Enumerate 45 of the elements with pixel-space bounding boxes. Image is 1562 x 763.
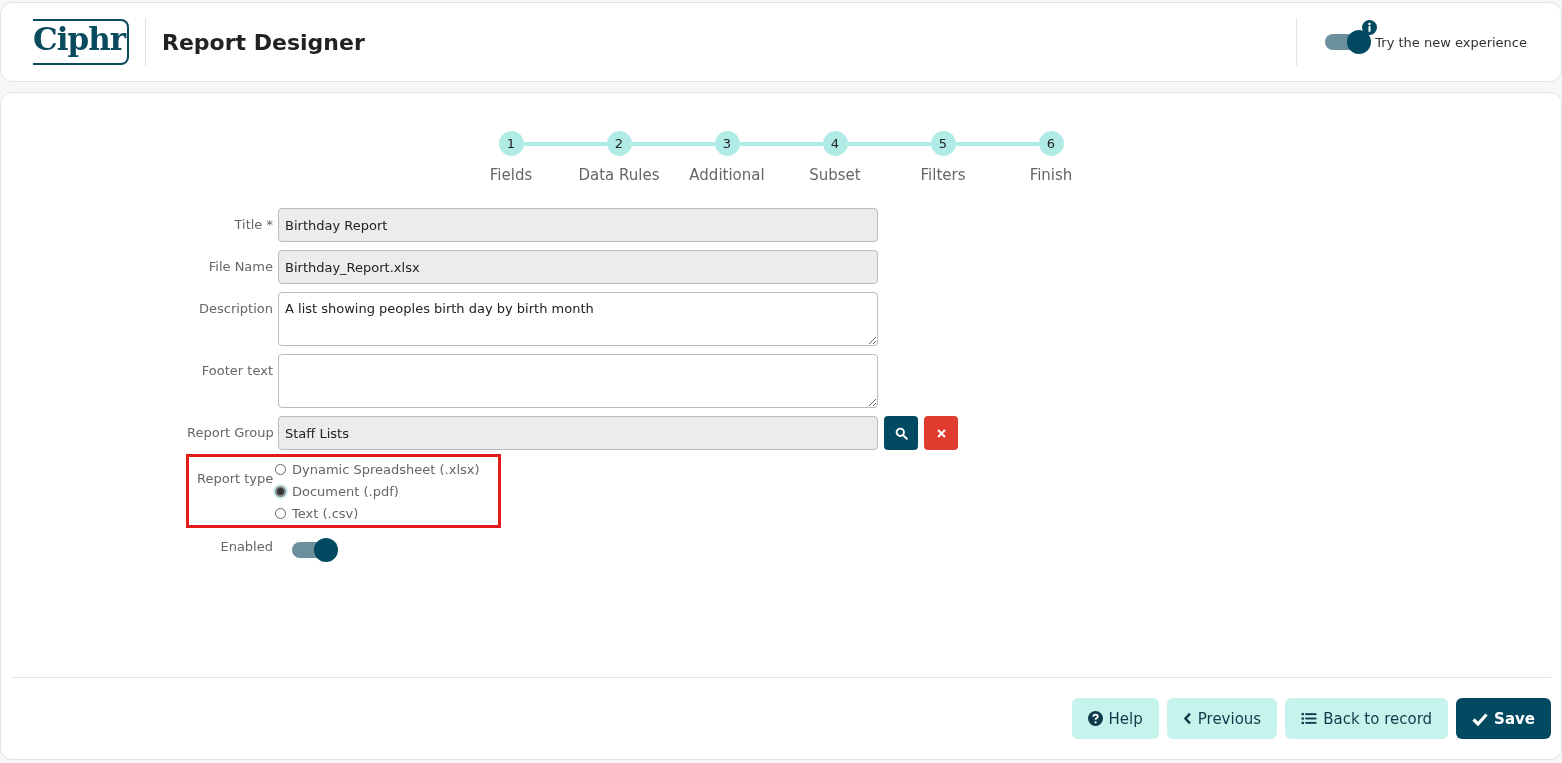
info-icon[interactable] <box>1362 20 1378 35</box>
previous-button[interactable]: Previous <box>1166 698 1278 739</box>
step-label[interactable]: Fields <box>489 166 533 184</box>
search-icon <box>894 426 908 440</box>
step-number[interactable]: 5 <box>930 131 956 156</box>
save-button[interactable]: Save <box>1456 698 1551 739</box>
back-to-record-button[interactable]: Back to record <box>1285 698 1449 739</box>
text-field[interactable]: Birthday Report <box>278 208 878 242</box>
step-label[interactable]: Filters <box>920 166 966 184</box>
radio-button[interactable] <box>275 463 286 475</box>
checkmark-icon <box>1472 711 1489 726</box>
radio-label[interactable]: Document (.pdf) <box>292 483 399 499</box>
step-number[interactable]: 6 <box>1038 131 1064 156</box>
field-label: Description <box>197 300 274 316</box>
radio-button[interactable] <box>275 507 286 519</box>
step-number[interactable]: 4 <box>822 131 848 156</box>
field-label: Report type <box>197 470 275 486</box>
text-field[interactable]: Birthday_Report.xlsx <box>278 250 878 284</box>
chevron-left-icon <box>1182 712 1192 725</box>
field-label: Title * <box>233 216 274 232</box>
text-area[interactable]: A list showing peoples birth day by birth month <box>278 292 878 346</box>
field-label: File Name <box>207 258 274 274</box>
clear-button[interactable] <box>924 416 958 450</box>
step-label[interactable]: Additional <box>689 166 765 184</box>
step-number[interactable]: 1 <box>498 131 524 156</box>
step-label[interactable]: Finish <box>1029 166 1073 184</box>
question-icon <box>1087 711 1103 726</box>
field-label: Footer text <box>200 362 274 378</box>
field-label: Report Group <box>187 424 275 440</box>
step-number[interactable]: 3 <box>714 131 740 156</box>
help-button[interactable]: Help <box>1071 698 1159 739</box>
step-number[interactable]: 2 <box>606 131 632 156</box>
radio-label[interactable]: Text (.csv) <box>292 505 359 521</box>
search-button[interactable] <box>884 416 918 450</box>
close-icon <box>935 427 947 439</box>
page-title: Report Designer <box>162 29 365 55</box>
text-field[interactable]: Staff Lists <box>278 416 878 450</box>
list-icon <box>1301 712 1318 725</box>
radio-button[interactable] <box>275 485 286 497</box>
ciphr-logo: Ciphr <box>33 19 129 65</box>
radio-label[interactable]: Dynamic Spreadsheet (.xlsx) <box>292 461 480 477</box>
step-label[interactable]: Data Rules <box>578 166 660 184</box>
field-label: Enabled <box>219 538 274 554</box>
step-label[interactable]: Subset <box>809 166 861 184</box>
toggle-label: Try the new experience <box>1375 34 1527 50</box>
